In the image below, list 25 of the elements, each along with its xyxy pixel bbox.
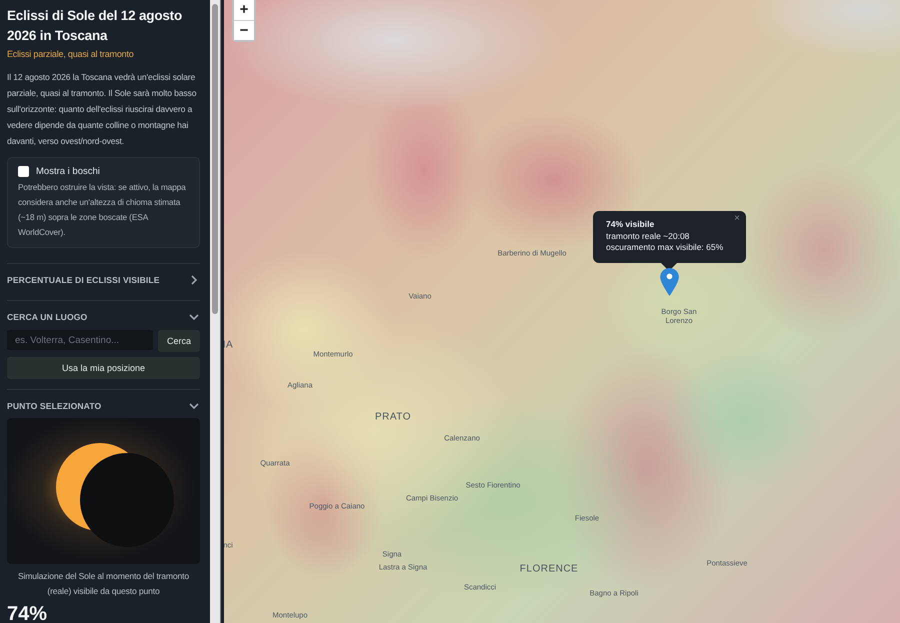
use-location-button[interactable]: Usa la mia posizione <box>7 357 200 379</box>
visibility-percent: 74% <box>7 603 48 623</box>
section-header[interactable]: PERCENTUALE DI ECLISSI VISIBILE <box>7 275 160 285</box>
search-button[interactable]: Cerca <box>158 330 200 352</box>
popup-line: oscuramento max visibile: 65% <box>606 242 724 254</box>
forest-checkbox[interactable] <box>18 166 29 177</box>
eclipse-caption: Simulazione del Sole al momento del tramonto (reale) visibile da questo punto <box>16 570 190 598</box>
place-label: IA <box>224 340 234 350</box>
place-label: PRATO <box>374 412 412 422</box>
map-pin-icon[interactable] <box>660 268 679 296</box>
zoom-out-button[interactable]: − <box>234 20 254 40</box>
scrollbar-thumb[interactable] <box>212 4 218 314</box>
popup-title: 74% visibile <box>606 219 656 230</box>
sidebar-title: Eclissi di Sole del 12 agosto 2026 in Toscana <box>7 7 184 45</box>
subtitle: Eclissi parziale, quasi al tramonto <box>7 49 135 59</box>
section-header[interactable]: PUNTO SELEZIONATO <box>7 401 102 411</box>
forest-description: Potrebbero ostruire la vista: se attivo, la mappa considera anche un'altezza di chioma stimata (~18 m) sopra le zone boscate (ESA WorldCover). <box>18 181 187 239</box>
intro-paragraph: Il 12 agosto 2026 la Toscana vedrà un'eclissi solare parziale, quasi al tramonto. Il Sole sarà molto basso sull'orizzonte: quanto dell'eclissi riuscirai davvero a vedere dipende da quante colline o montagne hai davanti, verso ovest/nord-ovest. <box>7 71 198 148</box>
section-header[interactable]: CERCA UN LUOGO <box>7 312 88 322</box>
checkbox-label[interactable]: Mostra i boschi <box>36 166 100 177</box>
place-label: FLORENCE <box>520 564 578 574</box>
heatmap-map[interactable] <box>224 0 900 623</box>
search-field[interactable]: es. Volterra, Casentino... <box>7 330 153 350</box>
popup-line: tramonto reale ~20:08 <box>606 230 690 242</box>
close-button[interactable]: × <box>732 213 742 224</box>
